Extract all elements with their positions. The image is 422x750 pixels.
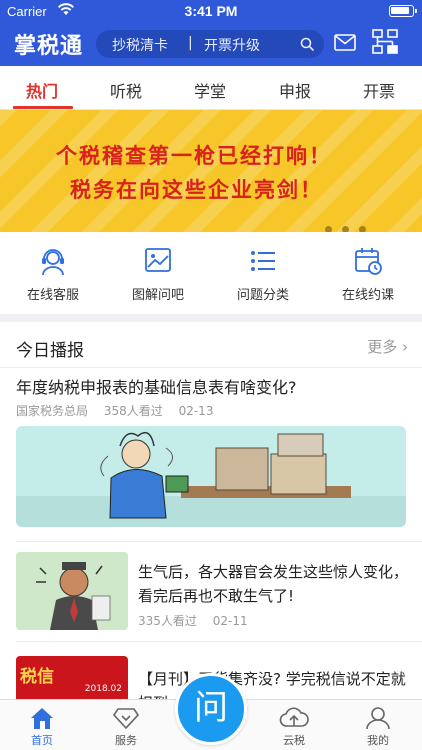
- article-cover-image[interactable]: [16, 426, 406, 527]
- tabbar-service[interactable]: 服务: [96, 706, 156, 748]
- clock: 3:41 PM: [184, 3, 238, 19]
- article-meta: 国家税务总局 358人看过 02-13: [16, 402, 225, 419]
- more-link[interactable]: 更多 ›: [367, 336, 408, 357]
- tab-hot[interactable]: 热门: [26, 78, 58, 102]
- tabbar-label: 云税: [283, 734, 305, 747]
- article-date: 02-11: [212, 614, 248, 628]
- org-chart-icon[interactable]: [371, 29, 399, 59]
- ask-button[interactable]: 问: [175, 673, 247, 745]
- battery-icon: [389, 5, 417, 17]
- tabbar-cloud-tax[interactable]: 云税: [264, 706, 324, 748]
- banner-background: [0, 110, 422, 232]
- banner-headline-1: 个税稽查第一枪已经打响！: [56, 143, 332, 168]
- news-section-title: 今日播报: [16, 341, 84, 361]
- article-thumbnail[interactable]: 税信 2018.02: [16, 656, 128, 704]
- article-title[interactable]: 生气后，各大器官会发生这些惊人变化，看完后再也不敢生气了!: [138, 560, 408, 608]
- article-title[interactable]: 年度纳税申报表的基础信息表有啥变化?: [16, 374, 297, 398]
- header-bar: Carrier 3:41 PM 掌税通 抄税清卡 | 开票升级: [0, 0, 422, 66]
- thumbnail-title: 税信: [20, 667, 54, 687]
- quick-online-service[interactable]: 在线客服: [3, 246, 103, 303]
- search-bar[interactable]: 抄税清卡 | 开票升级: [96, 30, 324, 58]
- tabbar-home[interactable]: 首页: [12, 706, 72, 748]
- article-source: 国家税务总局: [16, 404, 89, 418]
- quick-illustrated-qa[interactable]: 图解问吧: [108, 246, 208, 303]
- active-tab-indicator: [13, 106, 73, 109]
- tabbar-label: 首页: [31, 734, 53, 747]
- tab-invoice[interactable]: 开票: [363, 78, 395, 102]
- headset-icon: [3, 246, 103, 276]
- quick-book-course[interactable]: 在线约课: [318, 246, 418, 303]
- cloud-icon: [264, 706, 324, 730]
- row-divider: [16, 641, 422, 642]
- quick-access-grid: 在线客服 图解问吧 问题分类 在线约课: [0, 232, 422, 319]
- status-bar: Carrier 3:41 PM: [0, 0, 422, 22]
- diamond-icon: [96, 706, 156, 730]
- article-views: 358人看过: [103, 404, 163, 418]
- tab-declare[interactable]: 申报: [279, 78, 311, 102]
- quick-label: 在线约课: [341, 288, 394, 303]
- tabbar-label: 我的: [367, 734, 389, 747]
- search-separator: |: [188, 35, 193, 51]
- carousel-dots[interactable]: [315, 218, 366, 232]
- news-header: 今日播报 更多 ›: [0, 322, 422, 368]
- tab-listen-tax[interactable]: 听税: [110, 78, 142, 102]
- app-logo: 掌税通: [14, 34, 84, 59]
- tabbar-label: 服务: [115, 734, 137, 747]
- article-thumbnail[interactable]: [16, 552, 128, 630]
- quick-label: 问题分类: [236, 288, 289, 303]
- search-keyword-2[interactable]: 开票升级: [204, 35, 260, 55]
- search-keyword-1[interactable]: 抄税清卡: [112, 35, 168, 55]
- picture-icon: [108, 246, 208, 276]
- category-tabs: 热门 听税 学堂 申报 开票: [0, 66, 422, 110]
- mail-icon[interactable]: [334, 34, 356, 55]
- ask-button-label: 问: [194, 688, 228, 728]
- tab-school[interactable]: 学堂: [194, 78, 226, 102]
- search-icon[interactable]: [300, 37, 314, 55]
- quick-question-categories[interactable]: 问题分类: [213, 246, 313, 303]
- list-icon: [213, 246, 313, 276]
- home-icon: [12, 706, 72, 730]
- article-views: 335人看过: [138, 614, 197, 628]
- calendar-clock-icon: [318, 246, 418, 276]
- row-divider: [16, 541, 422, 542]
- article-date: 02-13: [178, 404, 214, 418]
- promo-banner[interactable]: 个税稽查第一枪已经打响！ 税务在向这些企业亮剑！: [0, 110, 422, 232]
- tabbar-mine[interactable]: 我的: [348, 706, 408, 748]
- quick-label: 图解问吧: [131, 288, 184, 303]
- thumbnail-date: 2018.02: [84, 684, 122, 694]
- person-icon: [348, 706, 408, 730]
- banner-headline-2: 税务在向这些企业亮剑！: [70, 177, 323, 202]
- quick-label: 在线客服: [26, 288, 79, 303]
- section-divider: [0, 314, 422, 322]
- article-meta: 335人看过 02-11: [138, 612, 260, 629]
- app-screen: Carrier 3:41 PM 掌税通 抄税清卡 | 开票升级 热门 听税 学堂…: [0, 0, 422, 750]
